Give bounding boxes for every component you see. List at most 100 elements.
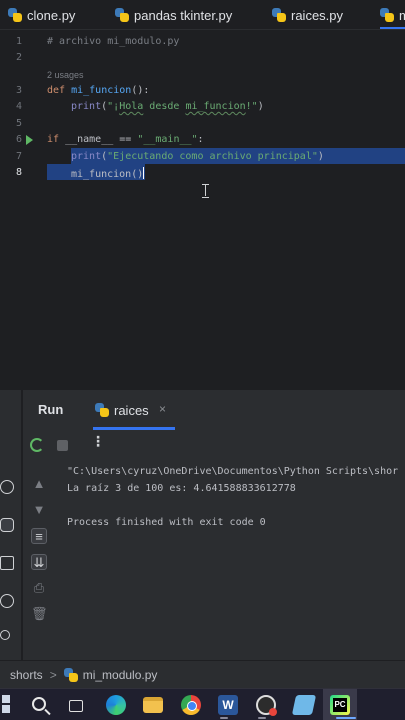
tool-window-strip xyxy=(0,390,22,660)
pycharm-label: PC xyxy=(333,698,347,712)
trash-icon[interactable]: 🗑 xyxy=(31,606,48,622)
console-output[interactable]: "C:\Users\cyruz\OneDrive\Documentos\Pyth… xyxy=(67,460,405,660)
python-file-icon xyxy=(63,667,78,682)
string-literal: Hola xyxy=(119,101,144,112)
python-file-icon xyxy=(380,8,394,22)
console-line: "C:\Users\cyruz\OneDrive\Documentos\Pyth… xyxy=(67,466,399,477)
text-caret xyxy=(143,167,145,179)
line-number: 8 xyxy=(15,167,22,178)
line-number: 1 xyxy=(15,36,22,47)
string-literal: !" xyxy=(245,101,258,112)
git-icon[interactable] xyxy=(0,630,10,640)
services-icon[interactable] xyxy=(0,480,14,494)
mouse-ibeam-cursor xyxy=(202,184,209,198)
stop-icon[interactable] xyxy=(57,440,68,451)
windows-taskbar: W PC xyxy=(0,688,405,720)
string-literal: "Ejecutando como archivo principal" xyxy=(107,151,318,162)
string-literal: "¡ xyxy=(107,101,120,112)
run-toolbar: ⋮ xyxy=(23,430,405,460)
pycharm-icon[interactable]: PC xyxy=(330,695,350,715)
word-icon[interactable]: W xyxy=(218,695,238,715)
line-number: 7 xyxy=(15,151,22,162)
notes-icon[interactable] xyxy=(291,695,317,715)
string-literal: "__main__" xyxy=(137,134,198,145)
run-tab-label: raices xyxy=(114,402,149,418)
python-file-icon xyxy=(95,403,109,417)
tab-label: m xyxy=(399,8,405,23)
code-line-4: print("¡Hola desde mi_funcion!") xyxy=(71,101,264,112)
function-call: mi_funcion() xyxy=(71,169,144,180)
line-number: 6 xyxy=(15,134,22,145)
tab-mi-modulo-py[interactable]: m xyxy=(380,0,405,29)
breadcrumb-folder[interactable]: shorts xyxy=(10,668,43,682)
builtin-print: print xyxy=(71,151,102,162)
usages-hint[interactable]: 2 usages xyxy=(47,70,84,80)
terminal-icon[interactable] xyxy=(0,556,14,570)
print-icon[interactable]: ⎙ xyxy=(31,580,47,596)
keyword-def: def xyxy=(47,85,66,96)
run-side-toolbar: ▲ ▼ ≡ ⇊ ⎙ 🗑 xyxy=(23,460,55,660)
function-name: mi_funcion xyxy=(71,85,132,96)
python-file-icon xyxy=(115,8,129,22)
code-line-6: if __name__ == "__main__": xyxy=(47,134,204,145)
punctuation: (): xyxy=(131,85,150,96)
scroll-up-icon[interactable]: ▲ xyxy=(31,476,47,492)
edge-icon[interactable] xyxy=(106,695,126,715)
tab-label: pandas tkinter.py xyxy=(134,7,233,23)
more-icon[interactable]: ⋮ xyxy=(91,434,105,448)
line-number: 3 xyxy=(15,85,22,96)
editor-tab-bar: clone.py pandas tkinter.py raices.py m xyxy=(0,0,405,30)
chrome-icon[interactable] xyxy=(181,695,201,715)
problems-icon[interactable] xyxy=(0,594,14,608)
keyword-if: if xyxy=(47,134,60,145)
run-gutter-icon[interactable] xyxy=(26,135,33,145)
tab-label: raices.py xyxy=(291,7,344,23)
builtin-print: print xyxy=(71,101,102,112)
breadcrumb-separator: > xyxy=(49,667,57,682)
running-indicator xyxy=(336,717,356,719)
punctuation: ) xyxy=(317,151,324,162)
scroll-down-icon[interactable]: ▼ xyxy=(31,502,47,518)
run-tool-icon[interactable] xyxy=(0,518,14,532)
tab-label: clone.py xyxy=(27,7,76,23)
file-explorer-icon[interactable] xyxy=(143,697,163,713)
code-line-7: print("Ejecutando como archivo principal… xyxy=(71,151,324,162)
breadcrumb-file-label: mi_modulo.py xyxy=(82,667,158,682)
comment: # archivo mi_modulo.py xyxy=(47,36,180,47)
close-icon[interactable]: × xyxy=(159,402,166,416)
code-line-1: # archivo mi_modulo.py xyxy=(47,36,179,47)
soft-wrap-icon[interactable]: ≡ xyxy=(31,528,47,544)
tab-raices-py[interactable]: raices.py xyxy=(272,0,344,29)
code-line-3: def mi_funcion(): xyxy=(47,85,149,96)
run-header: Run raices × xyxy=(23,390,405,430)
search-icon[interactable] xyxy=(32,697,46,711)
run-tab-raices[interactable]: raices × xyxy=(93,390,175,430)
console-line: La raíz 3 de 100 es: 4.641588833612778 xyxy=(67,483,296,494)
running-indicator xyxy=(258,717,266,719)
python-file-icon xyxy=(8,8,22,22)
code-line-8: mi_funcion() xyxy=(71,167,145,180)
windows-start-icon[interactable] xyxy=(0,695,12,715)
string-literal: desde xyxy=(143,101,186,112)
breadcrumb: shorts > mi_modulo.py xyxy=(0,660,405,688)
obs-icon[interactable] xyxy=(256,695,277,716)
run-title: Run xyxy=(38,402,64,417)
rerun-icon[interactable] xyxy=(30,438,44,452)
task-view-icon[interactable] xyxy=(69,700,83,712)
python-file-icon xyxy=(272,8,286,22)
punctuation: ) xyxy=(257,101,264,112)
running-indicator xyxy=(220,717,228,719)
line-number: 5 xyxy=(15,118,22,129)
punctuation: : xyxy=(197,134,204,145)
run-tool-window: Run raices × ⋮ ▲ ▼ ≡ ⇊ ⎙ 🗑 "C:\Users\cyr… xyxy=(23,390,405,660)
console-line: Process finished with exit code 0 xyxy=(67,517,266,528)
tab-clone-py[interactable]: clone.py xyxy=(8,0,76,29)
line-number: 4 xyxy=(15,101,22,112)
line-number: 2 xyxy=(15,52,22,63)
breadcrumb-file[interactable]: mi_modulo.py xyxy=(63,667,158,682)
code-editor[interactable]: 1 2 3 4 5 6 7 8 # archivo mi_modulo.py 2… xyxy=(0,30,405,390)
string-literal: mi_funcion xyxy=(185,101,246,112)
dunder-name: __name__ == xyxy=(59,134,138,145)
scroll-to-end-icon[interactable]: ⇊ xyxy=(31,554,47,570)
tab-pandas-tkinter-py[interactable]: pandas tkinter.py xyxy=(115,0,233,29)
